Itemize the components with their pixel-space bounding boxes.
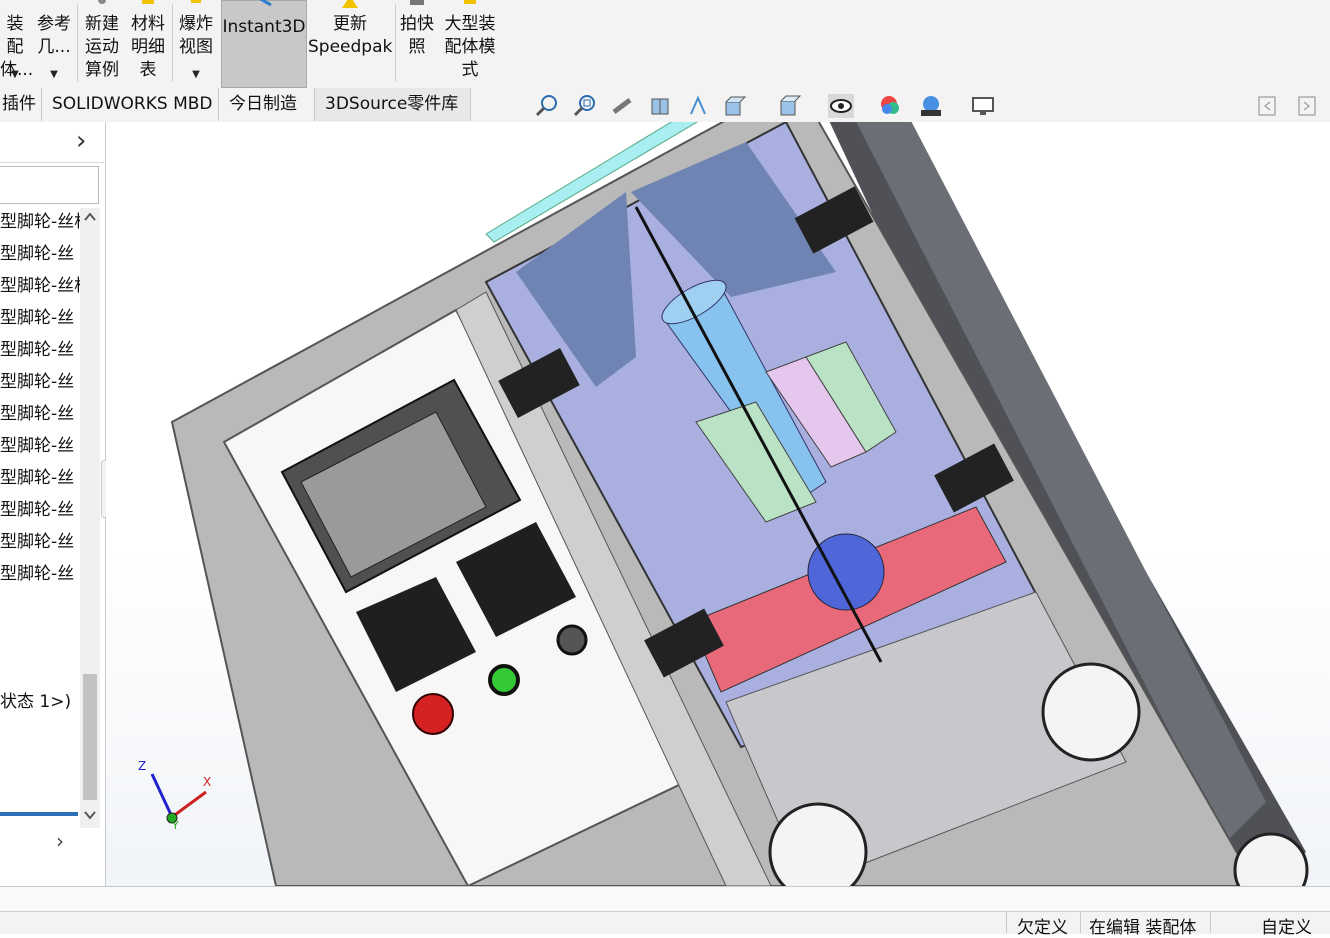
feature-manager-panel: › 型脚轮-丝杆 型脚轮-丝 型脚轮-丝杆 型脚轮-丝 型脚轮-丝 型脚轮-丝 …	[0, 122, 119, 886]
exploded-view-button[interactable]: 爆炸 视图 ▼	[174, 0, 218, 86]
chevron-down-icon[interactable]: ▼	[36, 70, 72, 80]
tree-item[interactable]: 型脚轮-丝	[0, 239, 80, 264]
tree-item[interactable]: 型脚轮-丝	[0, 399, 80, 424]
edit-appearance-icon[interactable]	[878, 94, 904, 118]
triad-z-label: Z	[138, 759, 147, 773]
chevron-down-icon[interactable]: ▼	[0, 70, 30, 80]
snapshot-button[interactable]: 拍快 照	[396, 0, 438, 86]
view-settings-icon[interactable]	[970, 94, 996, 118]
panel-divider	[0, 162, 104, 163]
display-style-icon[interactable]	[776, 94, 802, 118]
update-speedpak-label: 更新 Speedpak	[308, 14, 393, 57]
tree-item[interactable]: 型脚轮-丝	[0, 463, 80, 488]
tree-item[interactable]: 型脚轮-丝杆	[0, 207, 80, 232]
scroll-down-icon[interactable]	[82, 808, 98, 822]
new-motion-study-button[interactable]: 新建 运动 算例	[80, 0, 124, 86]
scroll-up-icon[interactable]	[82, 210, 98, 224]
gear-icon	[98, 0, 106, 4]
tree-item[interactable]: 型脚轮-丝	[0, 495, 80, 520]
dynamic-annotation-icon[interactable]	[686, 94, 712, 118]
warning-icon	[342, 0, 358, 8]
explode-icon	[191, 0, 201, 3]
configuration-label: 状态 1>)	[0, 692, 72, 712]
tree-item[interactable]: 型脚轮-丝杆	[0, 271, 80, 296]
tree-selection-underline	[0, 812, 78, 816]
graphics-area[interactable]: Z X Y	[106, 122, 1330, 886]
reference-geometry-label: 参考 几...	[37, 14, 71, 57]
caster-wheel	[768, 802, 868, 886]
panel-expand-icon[interactable]	[1296, 94, 1318, 118]
bom-icon	[142, 0, 154, 4]
apply-scene-icon[interactable]	[918, 94, 944, 118]
status-underdefined: 欠定义	[1017, 918, 1068, 938]
panel-expand-button[interactable]: ›	[76, 128, 86, 154]
reference-geometry-button[interactable]: 参考 几... ▼	[36, 0, 72, 86]
tab-3dsource[interactable]: 3DSource零件库	[315, 88, 471, 121]
instant3d-label: Instant3D	[222, 17, 306, 37]
horizontal-scroll-right-icon[interactable]: ›	[56, 830, 64, 852]
status-units-custom[interactable]: 自定义	[1261, 913, 1312, 938]
snapshot-label: 拍快 照	[400, 14, 434, 57]
large-assembly-icon	[464, 0, 476, 4]
assembly-model	[170, 122, 1309, 886]
selector-switch	[556, 624, 588, 656]
tree-item[interactable]: 型脚轮-丝	[0, 303, 80, 328]
chevron-down-icon[interactable]: ▼	[174, 70, 218, 80]
tree-item[interactable]: 型脚轮-丝	[0, 431, 80, 456]
zoom-to-area-icon[interactable]	[572, 94, 598, 118]
emergency-stop-button	[412, 693, 454, 735]
instant3d-icon	[259, 0, 272, 7]
hide-show-icon[interactable]	[828, 94, 854, 118]
command-manager-ribbon: 装配 体... ▼ 参考 几... ▼ 新建 运动 算例 材料 明细 表 爆炸 …	[0, 0, 1330, 89]
previous-view-icon[interactable]	[610, 94, 636, 118]
new-motion-study-label: 新建 运动 算例	[85, 14, 119, 80]
bill-of-materials-button[interactable]: 材料 明细 表	[126, 0, 170, 86]
tab-solidworks-mbd[interactable]: SOLIDWORKS MBD	[42, 88, 219, 121]
scroll-thumb[interactable]	[83, 674, 97, 800]
triad-y-label: Y	[172, 819, 179, 832]
large-assembly-mode-button[interactable]: 大型装 配体模 式	[440, 0, 500, 86]
tree-item[interactable]: 型脚轮-丝	[0, 559, 80, 584]
panel-restore-icon[interactable]	[1256, 94, 1278, 118]
update-speedpak-button[interactable]: 更新 Speedpak	[308, 0, 392, 86]
status-editing-assembly: 在编辑 装配体	[1089, 918, 1197, 938]
tree-scrollbar[interactable]	[80, 208, 100, 828]
triad-x-label: X	[203, 775, 212, 789]
tree-item[interactable]: 型脚轮-丝	[0, 335, 80, 360]
tab-today-manufacturing[interactable]: 今日制造	[219, 88, 315, 121]
assembly-button[interactable]: 装配 体... ▼	[0, 0, 33, 86]
caster-wheel	[1041, 662, 1141, 762]
instant3d-button[interactable]: Instant3D	[221, 0, 307, 88]
view-orientation-icon[interactable]	[722, 94, 748, 118]
large-assembly-mode-label: 大型装 配体模 式	[444, 14, 496, 80]
exploded-view-label: 爆炸 视图	[179, 14, 213, 57]
status-bar-top-strip	[0, 887, 1330, 912]
section-view-icon[interactable]	[648, 94, 674, 118]
tree-item[interactable]: 型脚轮-丝	[0, 527, 80, 552]
camera-icon	[410, 0, 424, 5]
filter-input[interactable]	[0, 166, 99, 204]
zoom-to-fit-icon[interactable]	[534, 94, 560, 118]
coordinate-triad	[150, 773, 207, 824]
status-bar: 欠定义 在编辑 装配体 自定义	[0, 886, 1330, 938]
start-button	[488, 664, 520, 696]
tree-item[interactable]: 型脚轮-丝	[0, 367, 80, 392]
tab-addins[interactable]: 插件	[0, 88, 42, 121]
command-manager-tabs: 插件 SOLIDWORKS MBD 今日制造 3DSource零件库	[0, 88, 1330, 123]
bill-of-materials-label: 材料 明细 表	[131, 14, 165, 80]
